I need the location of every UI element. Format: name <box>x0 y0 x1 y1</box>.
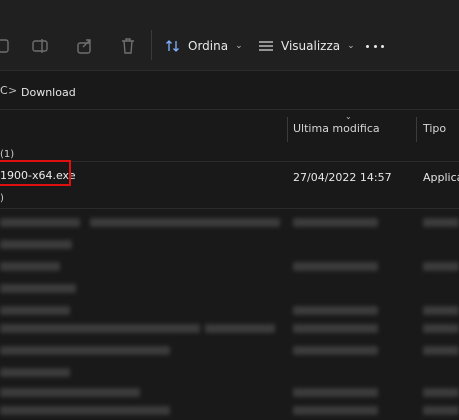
breadcrumb-current[interactable]: Download <box>21 86 76 99</box>
view-button[interactable]: Visualizza ⌄ <box>258 36 355 56</box>
command-bar: Ordina ⌄ Visualizza ⌄ <box>0 0 459 71</box>
column-divider[interactable] <box>287 117 288 142</box>
file-type: Applica <box>423 171 459 184</box>
chevron-down-icon: ⌄ <box>235 41 243 51</box>
sort-icon <box>166 40 179 52</box>
breadcrumb-chevron-icon: > <box>8 84 18 97</box>
group-header[interactable]: (1) <box>0 149 14 160</box>
column-header-modified[interactable]: Ultima modifica <box>293 122 380 135</box>
column-divider[interactable] <box>416 117 417 142</box>
column-header-type[interactable]: Tipo <box>423 122 446 135</box>
sort-label: Ordina <box>188 39 229 53</box>
view-label: Visualizza <box>281 39 341 53</box>
column-header-row <box>0 110 459 148</box>
breadcrumb-previous[interactable]: C <box>0 84 8 97</box>
delete-icon[interactable] <box>118 36 138 56</box>
share-icon[interactable] <box>75 36 95 56</box>
copy-icon[interactable] <box>0 36 14 56</box>
row-divider <box>0 208 459 209</box>
rename-icon[interactable] <box>31 36 51 56</box>
sort-indicator-icon: ⌄ <box>345 112 352 121</box>
annotation-highlight-box <box>0 160 71 186</box>
file-modified: 27/04/2022 14:57 <box>293 171 392 184</box>
more-icon[interactable] <box>366 36 384 56</box>
chevron-down-icon: ⌄ <box>347 41 355 51</box>
sort-button[interactable]: Ordina ⌄ <box>165 36 243 56</box>
group-header[interactable]: ) <box>0 193 4 204</box>
view-icon <box>259 41 273 51</box>
toolbar-divider <box>151 30 152 60</box>
